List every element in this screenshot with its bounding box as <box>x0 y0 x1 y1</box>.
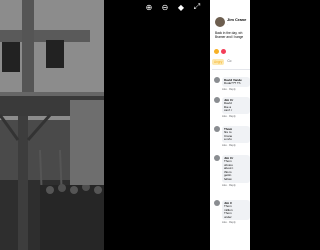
comment-actions[interactable]: Like · Reply <box>222 115 250 118</box>
comment-text: can't r <box>224 108 233 113</box>
angry-react-button[interactable]: Angry <box>212 59 225 65</box>
commenter-avatar[interactable] <box>214 126 220 132</box>
comment-bubble: Jim Cr David like a can't r <box>222 97 250 114</box>
author-avatar[interactable] <box>215 17 225 27</box>
comment-button[interactable]: Co <box>227 59 231 65</box>
comment-actions[interactable]: Like · Reply <box>222 144 250 147</box>
comment: David Vande Dude??? Th Like · Reply <box>214 77 250 91</box>
comment-text: Dude??? Th <box>224 81 241 85</box>
haha-reaction-icon <box>214 49 219 54</box>
commenter-avatar[interactable] <box>214 155 220 161</box>
post-photo[interactable] <box>0 0 104 250</box>
divider <box>212 69 250 70</box>
comment-text: a refu <box>224 137 232 142</box>
post-actions: Angry Co <box>212 59 231 65</box>
commenter-avatar[interactable] <box>214 97 220 103</box>
comment: Jim Cr David like a can't r Like · Reply <box>214 97 250 118</box>
viewer-toolbar: ⊕ ⊖ ◆ ⤢ <box>144 2 202 12</box>
comment-bubble: Jim Cr Thom obviou about t this is getti… <box>222 155 250 183</box>
photo-viewer: ⊕ ⊖ ◆ ⤢ <box>0 0 210 250</box>
comment-actions[interactable]: Like · Reply <box>222 88 250 91</box>
commenter-avatar[interactable] <box>214 77 220 83</box>
comment-bubble: David Vande Dude??? Th <box>222 77 250 87</box>
love-reaction-icon <box>221 49 226 54</box>
reaction-summary[interactable] <box>214 49 226 54</box>
post-panel: Jim Crane · Back in the day, wh Bramer a… <box>210 0 250 250</box>
comment: Thom fire to Crane a refu Like · Reply <box>214 126 250 147</box>
zoom-in-icon[interactable]: ⊕ <box>144 2 154 12</box>
comment-bubble: Thom fire to Crane a refu <box>222 126 250 143</box>
post-header: Jim Crane · <box>215 17 246 27</box>
comment-actions[interactable]: Like · Reply <box>222 221 250 224</box>
comment: Jim C Thom million Thom under Like · Rep… <box>214 200 250 224</box>
comment: Jim Cr Thom obviou about t this is getti… <box>214 155 250 187</box>
comment-text: under <box>224 214 232 219</box>
author-name[interactable]: Jim Crane <box>227 17 246 22</box>
zoom-out-icon[interactable]: ⊖ <box>160 2 170 12</box>
post-text-line: Bramer and I hange <box>215 35 244 39</box>
comment-text: fellow <box>224 176 232 181</box>
fullscreen-icon[interactable]: ⤢ <box>192 2 202 12</box>
comment-actions[interactable]: Like · Reply <box>222 184 250 187</box>
post-meta: · <box>227 22 228 26</box>
post-text: Back in the day, wh Bramer and I hange <box>215 31 250 39</box>
comment-bubble: Jim C Thom million Thom under <box>222 200 250 221</box>
commenter-avatar[interactable] <box>214 200 220 206</box>
tag-icon[interactable]: ◆ <box>176 2 186 12</box>
